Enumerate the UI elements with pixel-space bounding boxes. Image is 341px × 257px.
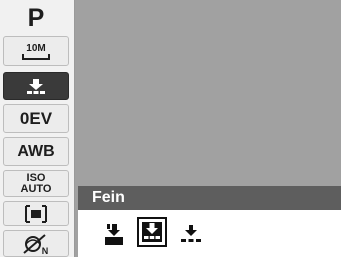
svg-text:N: N xyxy=(42,246,49,255)
quality-option-tray xyxy=(78,210,341,257)
quality-normal-icon xyxy=(181,225,201,242)
metering-center-icon xyxy=(25,204,47,223)
quality-fine-icon xyxy=(27,79,45,94)
shooting-mode-indicator[interactable]: P xyxy=(3,4,69,32)
option-title: Fein xyxy=(92,189,125,206)
image-size-icon: 10M xyxy=(22,43,50,60)
white-balance-button[interactable]: AWB xyxy=(3,137,69,166)
scene-mode-icon: N xyxy=(23,233,49,255)
quality-option-normal[interactable] xyxy=(180,222,202,249)
quality-fine-icon xyxy=(137,217,167,247)
quality-option-fine[interactable] xyxy=(137,217,167,252)
scene-mode-button[interactable]: N xyxy=(3,230,69,257)
option-title-bar: Fein xyxy=(78,186,341,210)
image-size-button[interactable]: 10M xyxy=(3,36,69,66)
shooting-mode-label: P xyxy=(27,3,45,32)
iso-button[interactable]: ISO AUTO xyxy=(3,170,69,197)
exposure-compensation-button[interactable]: 0EV xyxy=(3,104,69,133)
quality-superfine-icon xyxy=(105,224,123,245)
metering-button[interactable] xyxy=(3,201,69,226)
quality-option-superfine[interactable] xyxy=(102,222,126,251)
white-balance-label: AWB xyxy=(17,142,55,160)
camera-menu-screen: P 10M 0EV AWB ISO AUTO N Fein xyxy=(0,0,341,257)
settings-sidebar: P 10M 0EV AWB ISO AUTO N xyxy=(0,0,75,257)
iso-label: ISO xyxy=(26,171,46,184)
iso-value: AUTO xyxy=(20,182,52,195)
exposure-value-label: 0EV xyxy=(19,108,53,128)
quality-button[interactable] xyxy=(3,72,69,100)
image-size-label: 10M xyxy=(26,43,45,54)
